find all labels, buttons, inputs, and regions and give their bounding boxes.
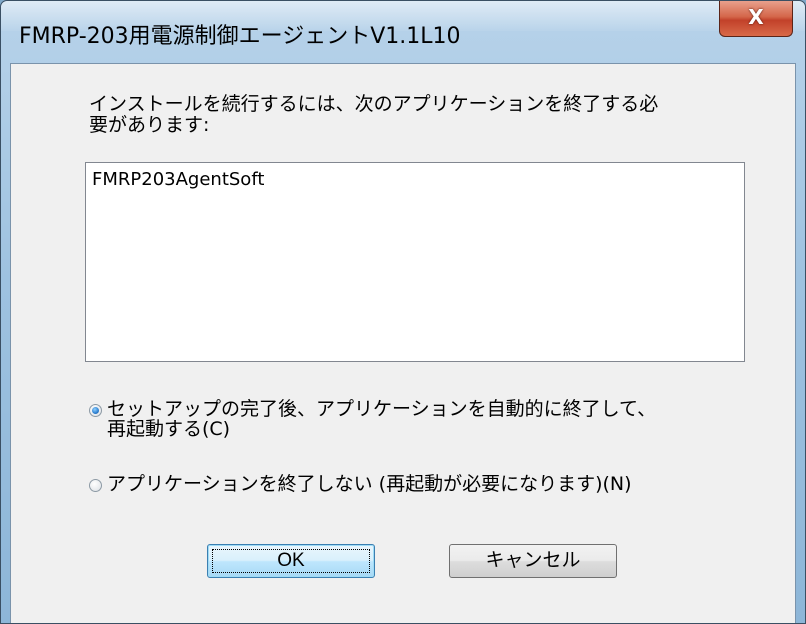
option-do-not-close[interactable]: アプリケーションを終了しない (再起動が必要になります)(N) [89,474,632,494]
dialog-body: インストールを続行するには、次のアプリケーションを終了する必 要があります: F… [10,63,796,623]
window-title: FMRP-203用電源制御エージェントV1.1L10 [19,24,461,49]
close-icon: X [748,5,764,29]
message-text: インストールを続行するには、次のアプリケーションを終了する必 要があります: [89,93,659,136]
option-close-and-restart[interactable]: セットアップの完了後、アプリケーションを自動的に終了して、 再起動する(C) [89,399,656,439]
radio-selected-icon[interactable] [89,404,102,417]
cancel-button-label: キャンセル [485,550,581,571]
ok-button[interactable]: OK [207,544,375,578]
option-close-and-restart-label: セットアップの完了後、アプリケーションを自動的に終了して、 再起動する(C) [107,398,657,440]
title-bar[interactable]: FMRP-203用電源制御エージェントV1.1L10 X [1,1,805,63]
application-list[interactable]: FMRP203AgentSoft [85,162,745,362]
close-button[interactable]: X [719,1,793,37]
cancel-button[interactable]: キャンセル [449,544,617,578]
focus-rect [212,549,370,573]
option-do-not-close-label: アプリケーションを終了しない (再起動が必要になります)(N) [107,473,632,495]
dialog-window: FMRP-203用電源制御エージェントV1.1L10 X インストールを続行する… [0,0,806,624]
list-item[interactable]: FMRP203AgentSoft [92,169,264,190]
radio-unselected-icon[interactable] [89,479,102,492]
